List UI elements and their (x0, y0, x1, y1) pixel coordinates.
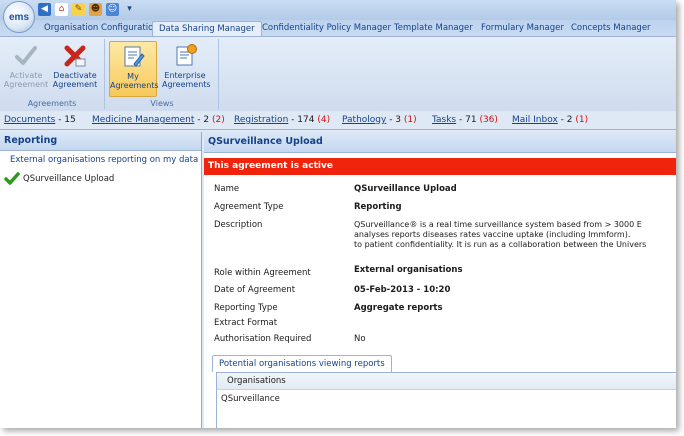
tasks-count: - 71 (459, 115, 477, 125)
status-links-bar: Documents - 15 Medicine Management - 2 (… (0, 111, 676, 130)
reporting-group-label[interactable]: External organisations reporting on my d… (0, 151, 201, 165)
agreement-status-banner: This agreement is active (204, 158, 676, 175)
medicine-management-count: - 2 (197, 115, 210, 125)
tab-template-manager[interactable]: Template Manager (388, 21, 479, 36)
name-label: Name (214, 184, 240, 194)
agreement-list-item[interactable]: QSurveillance Upload (4, 172, 114, 186)
reporting-type-label: Reporting Type (214, 303, 278, 313)
enterprise-agreements-label-2: Agreements (162, 80, 211, 89)
checkmark-icon (15, 46, 37, 65)
document-pencil-icon (124, 46, 145, 67)
status-item-documents: Documents - 15 (4, 111, 76, 129)
deactivate-label-1: Deactivate (53, 71, 97, 80)
ribbon-group-views: My Agreements Enterprise Agreements View… (106, 39, 219, 109)
agreement-list-item-label: QSurveillance Upload (23, 174, 115, 184)
reporting-panel: Reporting External organisations reporti… (0, 132, 202, 428)
documents-link[interactable]: Documents (4, 115, 55, 125)
my-agreements-button[interactable]: My Agreements (109, 41, 159, 97)
tasks-link[interactable]: Tasks (432, 115, 456, 125)
pathology-alert: (1) (403, 115, 417, 125)
app-logo-button[interactable]: ems (3, 1, 35, 33)
enterprise-agreements-button[interactable]: Enterprise Agreements (162, 41, 211, 95)
status-item-pathology: Pathology - 3 (1) (342, 111, 417, 129)
agreement-type-label: Agreement Type (214, 202, 284, 212)
authorisation-label: Authorisation Required (214, 334, 312, 344)
reporting-type-value: Aggregate reports (354, 303, 443, 313)
registration-alert: (4) (317, 115, 331, 125)
reporting-panel-title: Reporting (0, 132, 201, 151)
registration-link[interactable]: Registration (234, 115, 288, 125)
tab-potential-organisations[interactable]: Potential organisations viewing reports (212, 355, 392, 372)
tab-formulary-manager[interactable]: Formulary Manager (475, 21, 570, 36)
pencil-icon[interactable]: ✎ (72, 3, 85, 16)
home-icon[interactable]: ⌂ (55, 3, 68, 16)
deactivate-label-2: Agreement (52, 80, 98, 89)
status-item-tasks: Tasks - 71 (36) (432, 111, 498, 129)
tasks-alert: (36) (479, 115, 498, 125)
back-arrow-icon[interactable]: ◀ (38, 3, 51, 16)
name-value: QSurveillance Upload (354, 184, 457, 194)
quick-access-toolbar: ◀ ⌂ ✎ ☻ ☺ ▾ (38, 3, 136, 16)
my-agreements-label-2: Agreements (110, 81, 159, 90)
toolbar-dropdown-icon[interactable]: ▾ (123, 3, 136, 16)
ribbon-group-label-views: Views (150, 99, 174, 108)
mail-inbox-count: - 2 (560, 115, 573, 125)
status-item-registration: Registration - 174 (4) (234, 111, 330, 129)
deactivate-agreement-button[interactable]: Deactivate Agreement (52, 41, 98, 95)
role-value: External organisations (354, 265, 463, 275)
date-value: 05-Feb-2013 - 10:20 (354, 285, 451, 295)
pathology-link[interactable]: Pathology (342, 115, 386, 125)
tab-concepts-manager[interactable]: Concepts Manager (565, 21, 657, 36)
description-line-2: analyses reports diseases rates vaccine … (354, 230, 631, 239)
tab-confidentiality-policy-manager[interactable]: Confidentiality Policy Manager (256, 21, 397, 36)
activate-label-1: Activate (9, 71, 43, 80)
authorisation-value: No (354, 334, 366, 344)
app-logo-text: ems (8, 11, 29, 23)
description-line-1: QSurveillance® is a real time surveillan… (354, 220, 642, 229)
status-item-mail-inbox: Mail Inbox - 2 (1) (512, 111, 588, 129)
ribbon-tabs: Organisation Configuration Data Sharing … (0, 20, 676, 37)
tab-data-sharing-manager[interactable]: Data Sharing Manager (152, 21, 262, 37)
agreement-type-value: Reporting (354, 202, 402, 212)
table-row[interactable]: QSurveillance (217, 390, 676, 404)
green-check-icon (4, 172, 20, 185)
activate-label-2: Agreement (3, 80, 49, 89)
my-agreements-label-1: My (127, 72, 139, 81)
red-x-icon (64, 45, 86, 67)
role-label: Role within Agreement (214, 268, 311, 278)
application-window: ems ◀ ⌂ ✎ ☻ ☺ ▾ Organisation Configurati… (0, 0, 676, 428)
ribbon-group-label-agreements: Agreements (27, 99, 77, 108)
people-icon[interactable]: ☺ (106, 3, 119, 16)
ribbon-group-agreements: Activate Agreement Deactivate Agreement … (0, 39, 105, 109)
organisations-column-header[interactable]: Organisations (217, 373, 676, 390)
document-star-icon (176, 44, 197, 66)
enterprise-agreements-label-1: Enterprise (164, 71, 206, 80)
tab-organisation-configuration[interactable]: Organisation Configuration (38, 21, 165, 36)
mail-inbox-link[interactable]: Mail Inbox (512, 115, 558, 125)
date-label: Date of Agreement (214, 285, 296, 295)
detail-title: QSurveillance Upload (204, 132, 676, 153)
agreement-detail-panel: QSurveillance Upload This agreement is a… (204, 132, 676, 428)
mail-inbox-alert: (1) (575, 115, 589, 125)
description-text: QSurveillance® is a real time surveillan… (354, 220, 676, 250)
title-bar: ems ◀ ⌂ ✎ ☻ ☺ ▾ (0, 0, 676, 33)
registration-count: - 174 (291, 115, 315, 125)
description-label: Description (214, 220, 263, 230)
description-line-3: to patient confidentiality. It is run as… (354, 240, 647, 249)
medicine-management-alert: (2) (211, 115, 225, 125)
activate-agreement-button[interactable]: Activate Agreement (3, 41, 49, 95)
medicine-management-link[interactable]: Medicine Management (92, 115, 194, 125)
organisations-table: Organisations QSurveillance (216, 372, 676, 428)
status-item-medicine-management: Medicine Management - 2 (2) (92, 111, 225, 129)
pathology-count: - 3 (389, 115, 402, 125)
ribbon: Activate Agreement Deactivate Agreement … (0, 36, 676, 112)
extract-format-label: Extract Format (214, 318, 278, 328)
users-icon[interactable]: ☻ (89, 3, 102, 16)
documents-count: - 15 (58, 115, 76, 125)
